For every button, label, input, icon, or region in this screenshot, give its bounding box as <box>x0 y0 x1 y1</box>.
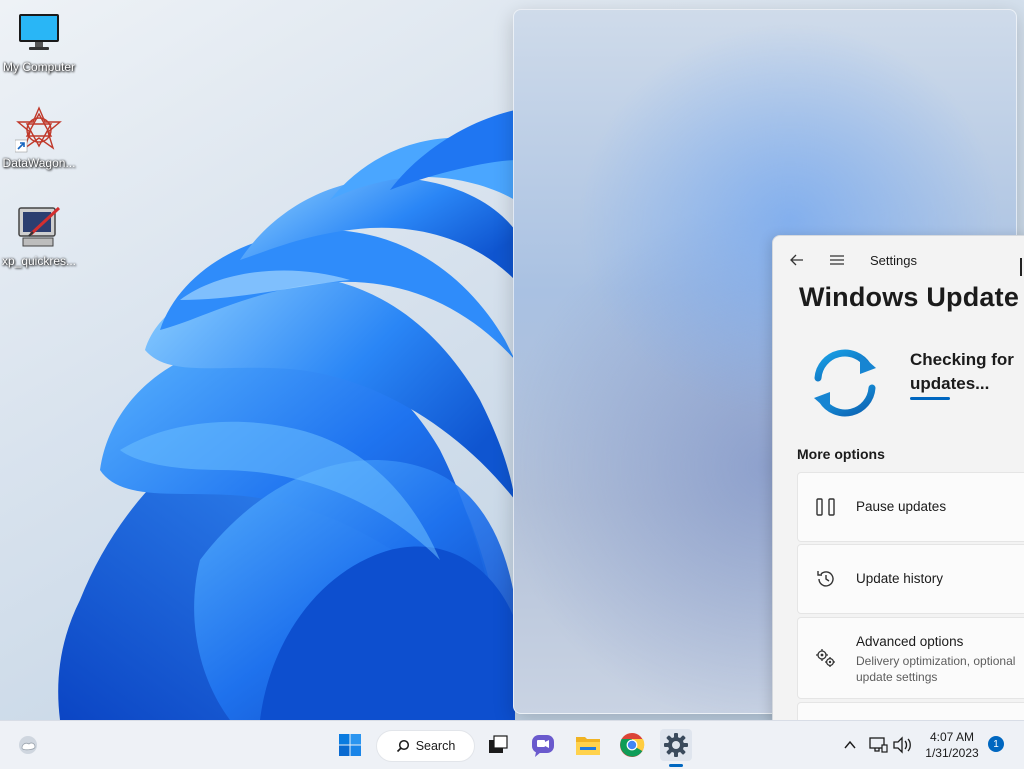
desktop-icon-quickres[interactable]: xp_quickres... <box>0 204 78 268</box>
search-label: Search <box>415 739 456 753</box>
chrome-icon[interactable] <box>616 729 648 761</box>
more-options-heading: More options <box>797 446 885 462</box>
option-title: Advanced options <box>856 634 964 649</box>
text-cursor-icon <box>1020 258 1022 276</box>
option-title: Pause updates <box>856 499 947 514</box>
taskbar-search-button[interactable]: Search <box>376 730 475 762</box>
pause-updates-option[interactable]: Pause updates <box>797 472 1024 542</box>
monitor-icon <box>15 10 63 58</box>
weather-widget-icon[interactable] <box>12 729 44 761</box>
active-app-indicator <box>669 764 683 767</box>
teams-chat-icon[interactable] <box>527 729 559 761</box>
desktop-icon-my-computer[interactable]: My Computer <box>0 10 78 74</box>
history-icon <box>814 567 838 591</box>
option-title: Update history <box>856 571 944 586</box>
task-view-icon[interactable] <box>482 729 514 761</box>
desktop-icon-datawagon[interactable]: DataWagon... <box>0 106 78 170</box>
taskbar: Search 4:07 AM 1/31/2023 1 <box>0 720 1024 769</box>
gears-icon <box>814 646 838 670</box>
volume-icon[interactable] <box>890 729 914 761</box>
start-button[interactable] <box>334 729 366 761</box>
pause-icon <box>814 495 838 519</box>
quickres-icon <box>15 204 63 252</box>
clock[interactable]: 4:07 AM 1/31/2023 <box>924 729 980 761</box>
back-arrow-icon[interactable] <box>787 250 807 270</box>
clock-time: 4:07 AM <box>929 730 975 744</box>
option-subtitle: Delivery optimization, optional update s… <box>856 654 1016 684</box>
update-status-text: Checking for updates... <box>910 350 1014 393</box>
windows-logo-icon <box>339 734 361 756</box>
desktop-icon-label: xp_quickres... <box>1 254 77 268</box>
notification-badge[interactable]: 1 <box>988 736 1004 752</box>
network-icon[interactable] <box>866 729 890 761</box>
gear-icon <box>664 733 688 757</box>
advanced-options-option[interactable]: Advanced options Delivery optimization, … <box>797 617 1024 699</box>
clock-date: 1/31/2023 <box>925 746 979 760</box>
window-title: Settings <box>870 253 917 268</box>
update-history-option[interactable]: Update history <box>797 544 1024 614</box>
settings-titlebar[interactable]: Settings <box>773 236 1024 284</box>
page-title: Windows Update <box>799 282 1020 312</box>
progress-indicator <box>910 397 950 400</box>
desktop-icon-label: DataWagon... <box>2 156 76 170</box>
datawagon-icon <box>14 106 63 154</box>
settings-taskbar-icon[interactable] <box>660 729 692 761</box>
desktop-icon-label: My Computer <box>2 60 76 74</box>
hamburger-menu-icon[interactable] <box>827 250 847 270</box>
sync-icon <box>808 346 882 425</box>
search-icon <box>396 739 409 753</box>
file-explorer-icon[interactable] <box>572 729 604 761</box>
chevron-up-icon[interactable] <box>836 729 864 761</box>
settings-window[interactable]: Settings Windows Update Checking for upd… <box>772 235 1024 727</box>
